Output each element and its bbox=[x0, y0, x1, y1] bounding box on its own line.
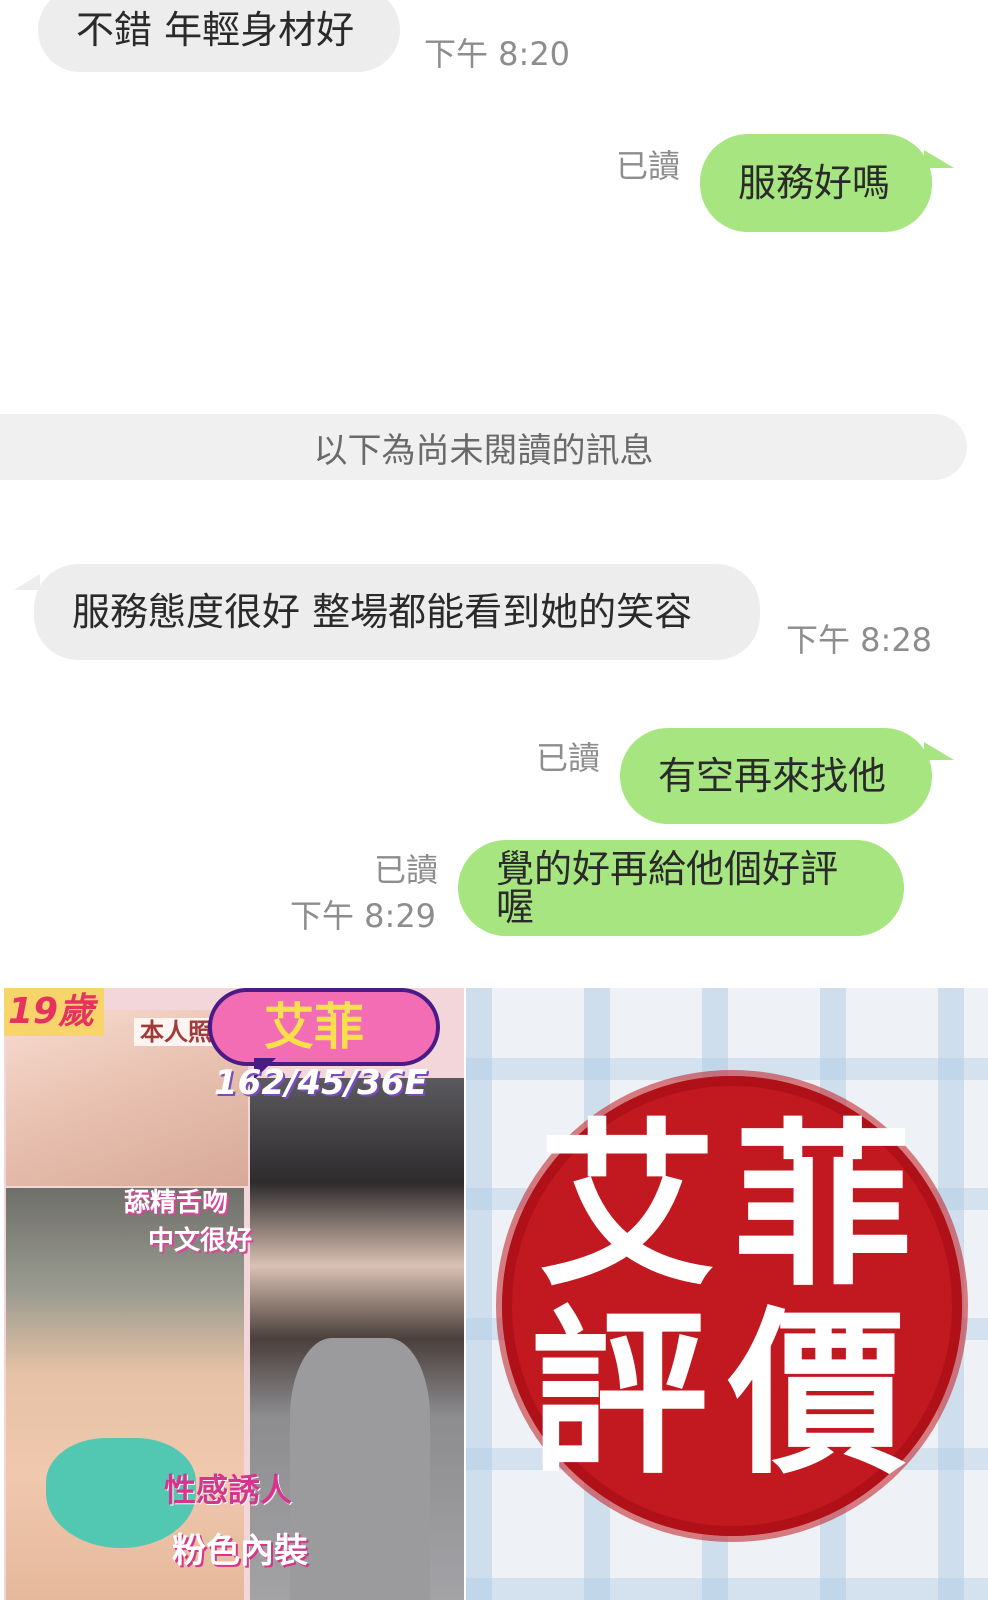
unread-divider-label: 以下為尚未閱讀的訊息 bbox=[313, 430, 654, 471]
photo-tag: 本人照 bbox=[134, 1018, 218, 1046]
message-text: 有空再來找他 bbox=[658, 754, 887, 798]
feature-tag: 性感誘人 bbox=[164, 1471, 293, 1509]
message-text: 不錯 年輕身材好 bbox=[76, 8, 355, 52]
feature-tag: 舔精舌吻 bbox=[124, 1188, 229, 1218]
chat-view: 不錯 年輕身材好 下午 8:20 已讀 服務好嗎 以下為尚未閱讀的訊息 服務態度… bbox=[0, 0, 988, 985]
message-time: 下午 8:28 bbox=[786, 621, 933, 659]
promo-image[interactable]: 19歲 本人照 艾菲 162/45/36E 舔精舌吻 中文很好 性感誘人 粉色內… bbox=[4, 988, 464, 1600]
message-bubble-outgoing[interactable]: 覺的好再給他個好評喔 bbox=[458, 840, 904, 936]
unread-divider: 以下為尚未閱讀的訊息 bbox=[0, 414, 967, 480]
age-tag: 19歲 bbox=[4, 988, 104, 1036]
bubble-tail bbox=[14, 574, 40, 590]
message-bubble-outgoing[interactable]: 服務好嗎 bbox=[700, 134, 932, 232]
read-receipt: 已讀 bbox=[536, 739, 601, 777]
stats-label: 162/45/36E bbox=[214, 1063, 428, 1103]
feature-tag: 中文很好 bbox=[148, 1226, 253, 1256]
top-shape bbox=[290, 1338, 430, 1600]
read-receipt: 已讀 bbox=[374, 851, 439, 889]
message-bubble-outgoing[interactable]: 有空再來找他 bbox=[620, 728, 932, 824]
message-time: 下午 8:29 bbox=[290, 897, 437, 935]
message-time: 下午 8:20 bbox=[424, 35, 571, 73]
feature-tag: 粉色內裝 bbox=[172, 1531, 308, 1571]
photo-main bbox=[250, 1078, 464, 1600]
stamp-char: 艾 bbox=[538, 1103, 716, 1310]
stamp-char: 評 bbox=[530, 1291, 708, 1498]
stamp-char: 菲 bbox=[734, 1103, 912, 1310]
message-bubble-incoming[interactable]: 服務態度很好 整場都能看到她的笑容 bbox=[34, 564, 760, 660]
message-bubble-incoming[interactable]: 不錯 年輕身材好 bbox=[38, 0, 400, 72]
read-receipt: 已讀 bbox=[616, 147, 681, 185]
message-text: 服務態度很好 整場都能看到她的笑容 bbox=[72, 590, 693, 634]
age-tag-label: 19歲 bbox=[8, 991, 95, 1032]
name-badge-label: 艾菲 bbox=[264, 998, 364, 1056]
name-badge: 艾菲 bbox=[208, 988, 440, 1066]
stamp-char: 價 bbox=[728, 1291, 906, 1498]
message-text: 覺的好再給他個好評喔 bbox=[496, 847, 839, 929]
review-stamp-image[interactable]: 艾 菲 評 價 bbox=[466, 988, 988, 1600]
message-text: 服務好嗎 bbox=[738, 161, 891, 205]
